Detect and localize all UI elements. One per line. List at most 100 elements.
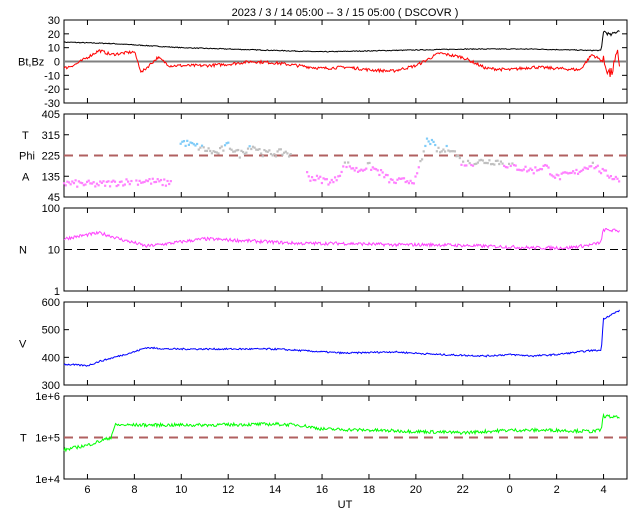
y-tick-label: 500	[42, 325, 60, 337]
phi-point	[340, 170, 343, 174]
series-v-line	[63, 309, 620, 367]
phi-point	[596, 164, 599, 167]
phi-point	[327, 183, 330, 186]
phi-point	[553, 176, 557, 179]
phi-point	[458, 156, 461, 160]
phi-point	[368, 161, 371, 165]
phi-point	[156, 178, 159, 181]
phi-point	[81, 182, 84, 185]
phi-point	[125, 178, 128, 181]
phi-point	[72, 182, 76, 185]
phi-point	[557, 174, 560, 177]
phi-point	[402, 177, 406, 180]
phi-point	[381, 171, 384, 174]
y-tick-label: 1e+5	[35, 433, 60, 445]
phi-point	[590, 165, 593, 168]
phi-point	[488, 159, 491, 162]
phi-point	[113, 180, 117, 183]
phi-point	[123, 183, 126, 186]
phi-point	[258, 148, 261, 151]
phi-point	[274, 155, 278, 158]
phi-point	[343, 161, 346, 164]
x-tick-label: 14	[269, 484, 281, 496]
phi-point	[130, 179, 133, 183]
phi-point	[281, 153, 284, 156]
phi-point	[332, 181, 335, 184]
phi-point	[127, 180, 130, 183]
phi-point	[325, 178, 328, 181]
phi-point	[352, 167, 355, 170]
phi-point	[184, 144, 187, 147]
phi-point	[261, 155, 264, 158]
phi-point	[460, 163, 463, 166]
x-tick-label: 10	[175, 484, 187, 496]
phi-point	[540, 168, 544, 171]
phi-point	[237, 148, 240, 152]
phi-point	[613, 177, 616, 181]
phi-point	[481, 159, 484, 162]
phi-point	[287, 155, 291, 158]
phi-point	[306, 171, 309, 174]
phi-point	[391, 178, 394, 181]
phi-point	[618, 180, 621, 183]
series-t-line	[63, 412, 620, 453]
y-tick-label: 315	[42, 130, 60, 142]
phi-point	[154, 180, 158, 184]
phi-point	[388, 181, 391, 184]
phi-point	[394, 181, 397, 185]
panel-4: 600500400300V	[19, 297, 628, 392]
phi-point	[314, 179, 317, 182]
phi-point	[159, 178, 163, 182]
phi-point	[432, 140, 435, 143]
phi-point	[572, 170, 575, 173]
series-n-line	[63, 227, 620, 251]
phi-point	[379, 169, 383, 172]
phi-point	[245, 151, 248, 154]
x-tick-label: 16	[316, 484, 328, 496]
phi-point	[430, 138, 434, 142]
phi-point	[207, 147, 210, 150]
phi-point	[196, 142, 199, 146]
phi-point	[599, 172, 603, 175]
phi-point	[74, 179, 77, 182]
phi-point	[530, 168, 534, 172]
phi-point	[355, 166, 358, 170]
phi-point	[581, 168, 585, 171]
phi-point	[315, 174, 319, 177]
phi-point	[120, 180, 123, 183]
phi-point	[199, 146, 202, 149]
phi-point	[506, 166, 509, 169]
phi-point	[217, 152, 220, 155]
panel-3: 100101N	[19, 203, 628, 298]
phi-point	[102, 180, 105, 183]
panel-5: 1e+6 1e+5 1e+4 6 8 10 12 14 16 18 20 22 0 2 4 T	[20, 391, 628, 496]
phi-point	[246, 147, 250, 150]
y-tick-label: 100	[42, 203, 60, 215]
phi-point	[335, 179, 338, 182]
y-tick-label: 30	[48, 15, 60, 27]
phi-point	[338, 174, 342, 177]
phi-point	[437, 146, 440, 149]
phi-point	[345, 165, 348, 169]
phi-point	[128, 183, 131, 186]
phi-point	[248, 145, 251, 148]
phi-point	[547, 166, 550, 169]
phi-point	[453, 150, 457, 153]
phi-point	[591, 161, 594, 164]
y-tick-label: 0	[54, 57, 60, 69]
phi-point	[347, 161, 350, 164]
phi-point	[476, 161, 480, 164]
phi-point	[496, 159, 499, 162]
phi-point	[412, 182, 415, 185]
phi-point	[150, 182, 153, 185]
y-tick-label: 600	[42, 297, 60, 309]
phi-point	[289, 153, 292, 156]
x-tick-label: 12	[222, 484, 234, 496]
phi-point	[586, 167, 590, 170]
phi-point	[250, 147, 253, 151]
phi-point	[353, 169, 356, 172]
y-tick-label: 1e+6	[35, 391, 60, 403]
y-axis-label: Bt,Bz	[18, 57, 44, 69]
phi-point	[135, 179, 138, 182]
y-tick-label: 400	[42, 352, 60, 364]
